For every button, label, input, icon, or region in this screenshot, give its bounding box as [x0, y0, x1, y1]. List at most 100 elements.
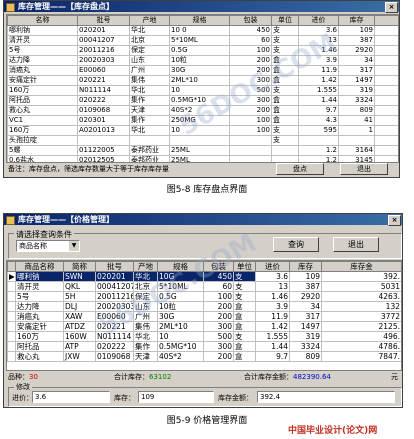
table-cell[interactable]: E00060 — [77, 65, 130, 76]
table-cell[interactable]: 300 — [229, 75, 272, 86]
table-cell[interactable] — [7, 331, 16, 342]
column-header[interactable]: 包装 — [229, 15, 272, 26]
table-cell[interactable]: 2ML*10 — [157, 321, 204, 332]
table-cell[interactable]: 达力降 — [7, 55, 78, 66]
table-cell[interactable]: 3.9 — [298, 55, 339, 66]
table-cell[interactable]: SWN — [63, 271, 96, 282]
table-row[interactable]: 清开灵 00041207 北京 5*10ML 60 支 13 387 — [7, 35, 398, 46]
table-row[interactable]: 哪利钠 020201 华北 10 0 450 支 3.6 109 — [7, 25, 398, 36]
table-cell[interactable]: 9.7 — [298, 105, 339, 116]
table-cell[interactable]: 300 — [203, 321, 234, 332]
stock-amount-input[interactable]: 392.4 — [257, 391, 395, 403]
table-cell[interactable]: 3.6 — [255, 271, 290, 282]
table-cell[interactable]: 25ML — [169, 155, 230, 162]
table-cell[interactable]: 盒 — [233, 341, 256, 352]
table-cell[interactable]: 1.555 — [255, 331, 290, 342]
table-row[interactable]: 清开灵 QKL 00041207 北京 5*10ML 60 支 13 387 5031 — [7, 281, 401, 292]
table-row[interactable]: 0.6盐水 02012505 泰邦药业 25ML 1.2 3145 — [7, 155, 398, 162]
table-cell[interactable]: 160万 — [7, 85, 78, 96]
table-cell[interactable] — [374, 25, 398, 36]
table-cell[interactable] — [374, 115, 398, 126]
table-cell[interactable]: 盒 — [233, 301, 256, 312]
table-cell[interactable]: 3772 — [321, 311, 401, 322]
table-row[interactable]: 5螺 01122005 泰邦药业 25ML 1.2 3164 — [7, 145, 398, 156]
table-cell[interactable]: 盒 — [233, 311, 256, 322]
table-cell[interactable]: N011114 — [95, 331, 134, 342]
query-button[interactable]: 查询 — [273, 237, 319, 252]
table-cell[interactable]: 3164 — [338, 145, 375, 156]
table-cell[interactable]: 20020303 — [95, 301, 134, 312]
table-row[interactable]: 救心丸 JXW 0109068 天津 40S*2 200 盒 9.7 809 7847. — [7, 351, 401, 362]
table-cell[interactable]: 集伟 — [129, 75, 170, 86]
table-cell[interactable] — [374, 35, 398, 46]
table-cell[interactable]: 保定 — [133, 291, 158, 302]
table-cell[interactable]: 天津 — [129, 105, 170, 116]
table-cell[interactable]: 13 — [255, 281, 290, 292]
table-cell[interactable]: 泰邦药业 — [129, 145, 170, 156]
table-cell[interactable]: 盒 — [271, 75, 299, 86]
table-cell[interactable]: 保定 — [129, 45, 170, 56]
table-row[interactable]: 阿托品 020222 集作 0.5MG*10 300 盒 1.44 3324 — [7, 95, 398, 106]
table-cell[interactable]: 华北 — [129, 85, 170, 96]
column-header[interactable]: 简称 — [63, 261, 96, 272]
table-cell[interactable]: 200 — [203, 311, 234, 322]
table-cell[interactable]: 集作 — [129, 95, 170, 106]
table-cell[interactable]: 5*10ML — [157, 281, 204, 292]
table-cell[interactable]: VC1 — [7, 115, 78, 126]
table-cell[interactable]: 20020303 — [77, 55, 130, 66]
table-cell[interactable]: 安痛定针 — [7, 75, 78, 86]
table-cell[interactable]: 1.42 — [298, 75, 339, 86]
table-cell[interactable] — [374, 55, 398, 66]
table-cell[interactable]: 支 — [271, 25, 299, 36]
table-cell[interactable]: 安痛定针 — [15, 321, 64, 332]
table-cell[interactable] — [7, 291, 16, 302]
table-cell[interactable]: 496. — [321, 331, 401, 342]
table-cell[interactable] — [374, 95, 398, 106]
table-cell[interactable]: 3324 — [289, 341, 322, 352]
table-cell[interactable]: 10G — [157, 271, 204, 282]
table-cell[interactable] — [229, 135, 272, 146]
table-cell[interactable]: 盒 — [271, 105, 299, 116]
table-cell[interactable] — [229, 155, 272, 162]
table-cell[interactable]: ATP — [63, 341, 96, 352]
table-cell[interactable]: 消癌丸 — [15, 311, 64, 322]
table-cell[interactable] — [271, 145, 299, 156]
column-header[interactable]: 库存金 — [321, 261, 401, 272]
column-header[interactable]: 产地 — [133, 261, 158, 272]
table-cell[interactable]: 100 — [229, 125, 272, 136]
table-cell[interactable]: 34 — [289, 301, 322, 312]
table-row[interactable]: 安痛定针 020221 集伟 2ML*10 300 盒 1.42 1497 — [7, 75, 398, 86]
table-cell[interactable]: 100 — [229, 115, 272, 126]
table-cell[interactable]: 0.6盐水 — [7, 155, 78, 162]
table-cell[interactable]: 500 — [229, 85, 272, 96]
table-cell[interactable]: 60 — [229, 35, 272, 46]
column-header[interactable]: 产地 — [129, 15, 170, 26]
table-cell[interactable]: 200 — [229, 65, 272, 76]
table-cell[interactable]: 020222 — [95, 341, 134, 352]
table-row[interactable]: 160万 160W N011114 华北 10 500 支 1.555 319 496. — [7, 331, 401, 342]
table-cell[interactable]: 哪利钠 — [15, 271, 64, 282]
table-cell[interactable]: 020201 — [95, 271, 134, 282]
table-cell[interactable]: 3145 — [338, 155, 375, 162]
table-cell[interactable]: 5号 — [7, 45, 78, 56]
table-cell[interactable]: 盒 — [233, 321, 256, 332]
price-table[interactable]: 商品名称 简称 批号 产地 规格 包装 单位 进价 库存 库存金 ▶ 哪利钠 SWN 020201 华北 1… — [7, 261, 401, 362]
table-cell[interactable]: 0.5G — [157, 291, 204, 302]
table-cell[interactable]: 00041207 — [95, 281, 134, 292]
table-cell[interactable]: 0.5MG*10 — [157, 341, 204, 352]
column-header[interactable]: 单位 — [233, 261, 256, 272]
table-row[interactable]: VC1 020301 集作 250MG 100 盒 4.3 41 — [7, 115, 398, 126]
table-cell[interactable] — [77, 135, 130, 146]
table-cell[interactable]: 20011216 — [95, 291, 134, 302]
table-cell[interactable]: 5H — [63, 291, 96, 302]
table-cell[interactable] — [374, 135, 398, 146]
table-cell[interactable] — [374, 155, 398, 162]
table-cell[interactable]: 10 — [169, 85, 230, 96]
table-cell[interactable]: 广州 — [133, 311, 158, 322]
table-row[interactable]: 5号 20011216 保定 0.5G 100 支 1.46 2920 — [7, 45, 398, 56]
table-row[interactable]: 5号 5H 20011216 保定 0.5G 100 支 1.46 2920 4263. — [7, 291, 401, 302]
table-cell[interactable]: 救心丸 — [15, 351, 64, 362]
table-cell[interactable]: 7847. — [321, 351, 401, 362]
stock-input[interactable]: 109 — [138, 391, 214, 403]
table-cell[interactable]: 1.46 — [298, 45, 339, 56]
